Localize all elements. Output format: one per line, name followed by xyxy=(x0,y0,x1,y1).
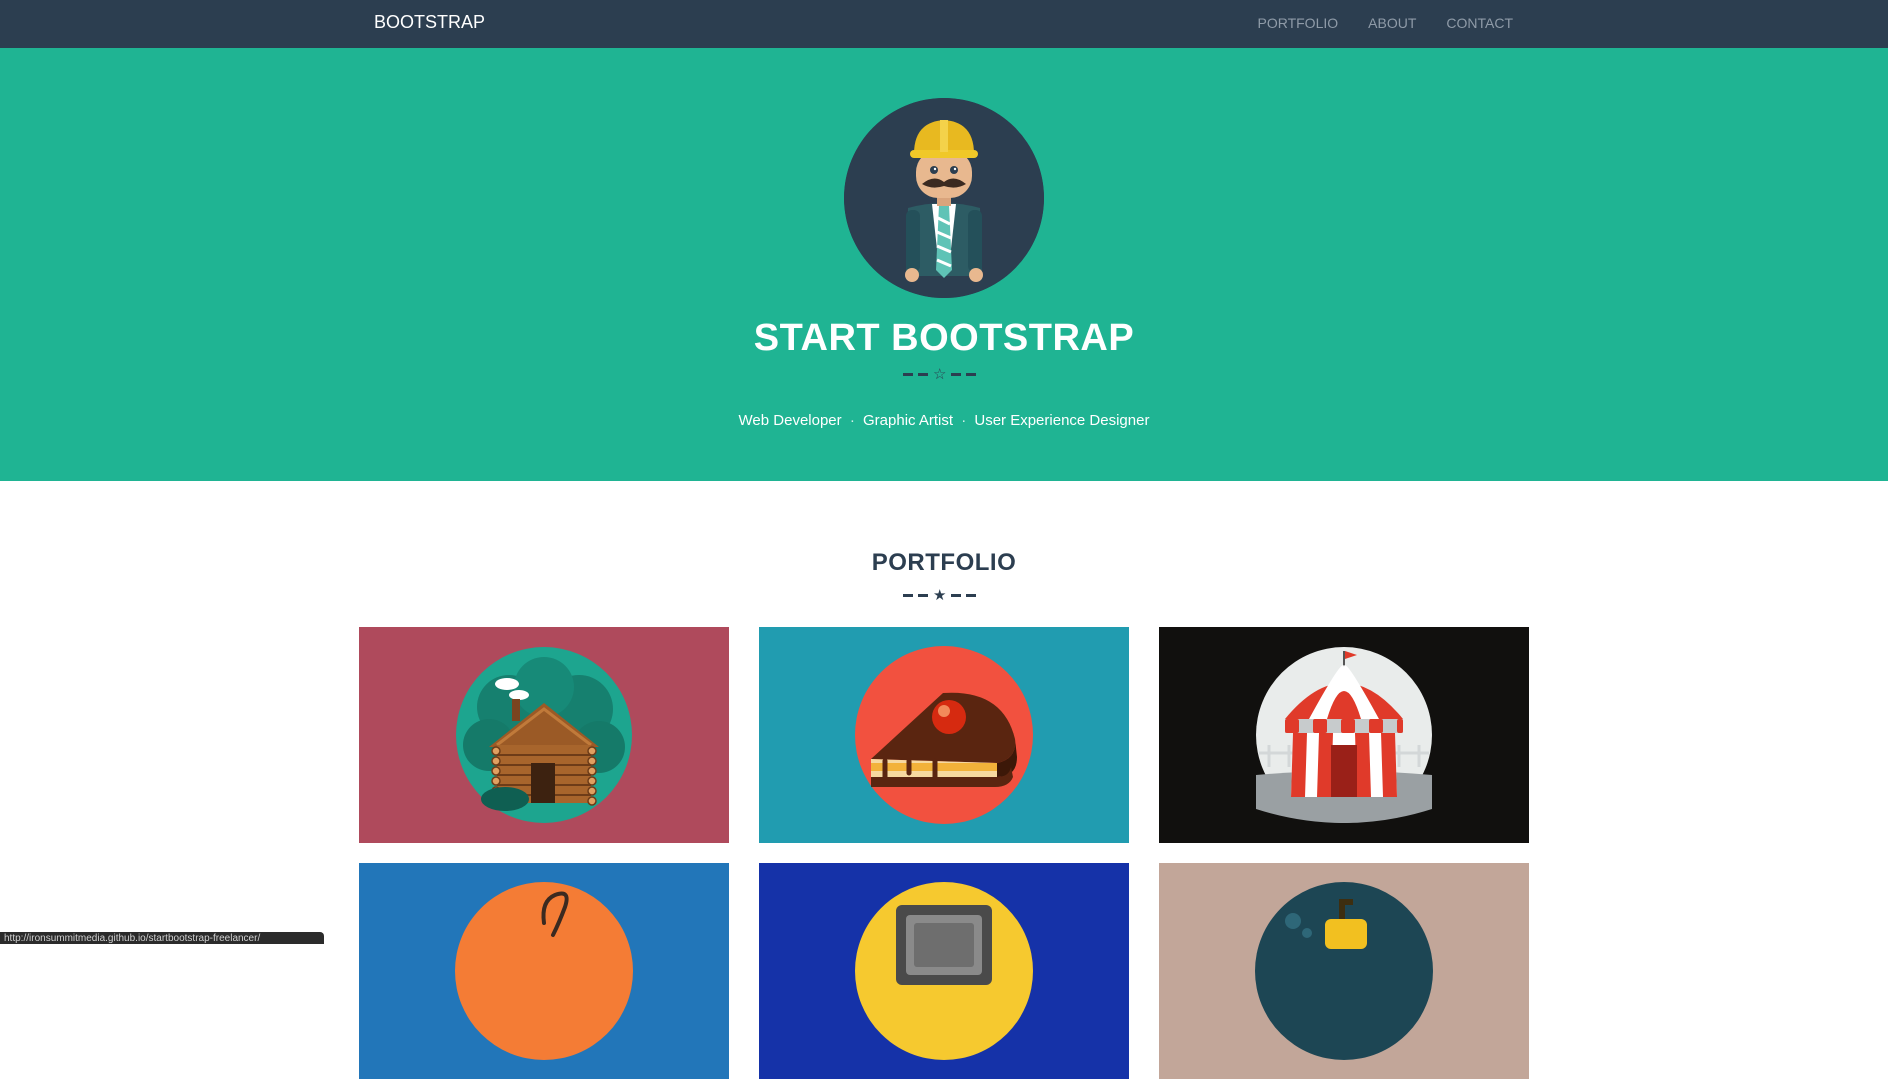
portfolio-star-divider: ★ xyxy=(903,587,977,604)
skill-ux-designer: User Experience Designer xyxy=(974,412,1150,429)
divider-dash xyxy=(951,594,962,597)
hero-title: START BOOTSTRAP xyxy=(753,317,1135,359)
nav-links: PORTFOLIO ABOUT CONTACT xyxy=(1257,15,1513,31)
skill-separator: · xyxy=(961,412,967,429)
nav-link-about[interactable]: ABOUT xyxy=(1368,15,1416,31)
portfolio-item-submarine[interactable] xyxy=(1159,863,1529,1079)
divider-dash xyxy=(966,373,977,376)
hero-star-divider: ☆ xyxy=(903,366,977,383)
divider-dash xyxy=(951,373,962,376)
divider-dash xyxy=(966,594,977,597)
divider-dash xyxy=(918,594,928,597)
hero-section: START BOOTSTRAP ☆ Web Developer · Graphi… xyxy=(0,48,1888,481)
portfolio-item-circus[interactable] xyxy=(1159,627,1529,843)
submarine-icon xyxy=(1159,863,1529,1079)
nav-link-portfolio[interactable]: PORTFOLIO xyxy=(1257,15,1338,31)
divider-dash xyxy=(918,373,928,376)
portfolio-item-game[interactable] xyxy=(359,863,729,1079)
divider-dash xyxy=(903,594,913,597)
construction-worker-avatar-icon xyxy=(844,98,1044,298)
status-bar-url: http://ironsummitmedia.github.io/startbo… xyxy=(0,932,324,944)
skill-separator: · xyxy=(849,412,855,429)
game-controller-icon xyxy=(359,863,729,1079)
portfolio-item-cabin[interactable] xyxy=(359,627,729,843)
portfolio-heading: PORTFOLIO xyxy=(871,549,1017,576)
skill-web-developer: Web Developer xyxy=(738,412,842,429)
log-cabin-icon xyxy=(359,627,729,843)
star-icon: ★ xyxy=(933,587,947,604)
circus-tent-icon xyxy=(1159,627,1529,843)
star-icon: ☆ xyxy=(933,366,947,383)
nav-link-contact[interactable]: CONTACT xyxy=(1446,15,1513,31)
cake-slice-icon xyxy=(759,627,1129,843)
skills-line: Web Developer · Graphic Artist · User Ex… xyxy=(0,412,1888,429)
brand-link[interactable]: BOOTSTRAP xyxy=(374,12,485,33)
divider-dash xyxy=(903,373,913,376)
portfolio-item-safe[interactable] xyxy=(759,863,1129,1079)
navbar: BOOTSTRAP PORTFOLIO ABOUT CONTACT xyxy=(0,0,1888,48)
safe-icon xyxy=(759,863,1129,1079)
portfolio-item-cake[interactable] xyxy=(759,627,1129,843)
skill-graphic-artist: Graphic Artist xyxy=(863,412,954,429)
